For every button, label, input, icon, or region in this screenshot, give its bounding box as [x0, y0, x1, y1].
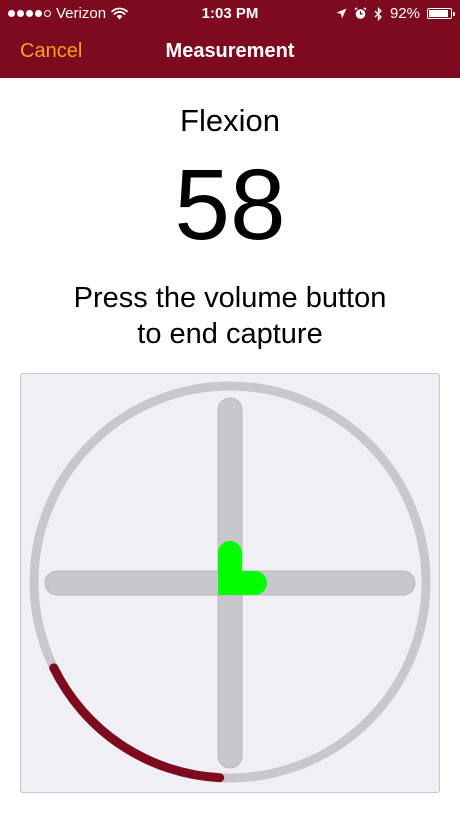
- measurement-value: 58: [174, 149, 286, 261]
- capture-instructions: Press the volume button to end capture: [0, 280, 460, 352]
- measurement-label: Flexion: [180, 103, 280, 138]
- top-bar: Verizon 1:03 PM 92% Cancel Measurement: [0, 0, 460, 78]
- battery-icon: [427, 8, 455, 19]
- instructions-line-1: Press the volume button: [73, 282, 387, 314]
- goniometer-panel: [20, 373, 440, 793]
- nav-title: Measurement: [165, 40, 295, 62]
- battery-level: [429, 10, 449, 17]
- gauge-arc: [49, 663, 225, 783]
- navigation-bar: Cancel Measurement: [0, 28, 460, 78]
- instructions-line-2: to end capture: [137, 318, 323, 350]
- location-arrow-icon: [336, 8, 347, 19]
- goniometer-gauge: [29, 381, 431, 783]
- battery-percent: 92%: [389, 5, 420, 22]
- status-bar: Verizon 1:03 PM 92%: [0, 0, 460, 28]
- bluetooth-icon: [374, 6, 382, 21]
- alarm-icon: [354, 7, 367, 19]
